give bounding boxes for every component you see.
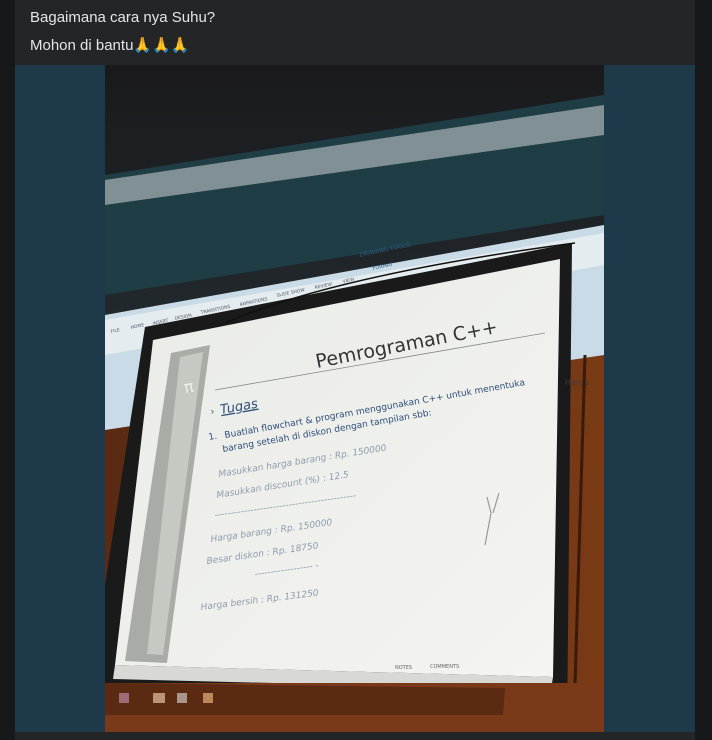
slide-task-number: 1.	[208, 432, 218, 443]
post-card: Bagaimana cara nya Suhu? Mohon di bantu🙏…	[15, 0, 695, 740]
pray-emoji-icon: 🙏🙏🙏	[133, 37, 190, 54]
post-text-line-2-text: Mohon di bantu	[30, 37, 134, 54]
post-photo[interactable]: DRAWING TOOLS FORMAT FILE HOME INSERT DE…	[105, 65, 604, 732]
taskbar-icon-4	[203, 693, 213, 703]
taskbar-icon-3	[177, 693, 187, 703]
taskbar-icon-1	[119, 693, 129, 703]
status-notes: NOTES	[395, 665, 412, 671]
taskbar-icon-2	[153, 693, 165, 703]
projector-photo: DRAWING TOOLS FORMAT FILE HOME INSERT DE…	[105, 65, 604, 732]
post-footer	[15, 732, 695, 740]
post-text-line-2: Mohon di bantu🙏🙏🙏	[30, 36, 189, 54]
status-comments: COMMENTS	[430, 664, 459, 670]
post-media[interactable]: DRAWING TOOLS FORMAT FILE HOME INSERT DE…	[15, 65, 695, 732]
post-text-line-1: Bagaimana cara nya Suhu?	[30, 9, 216, 26]
